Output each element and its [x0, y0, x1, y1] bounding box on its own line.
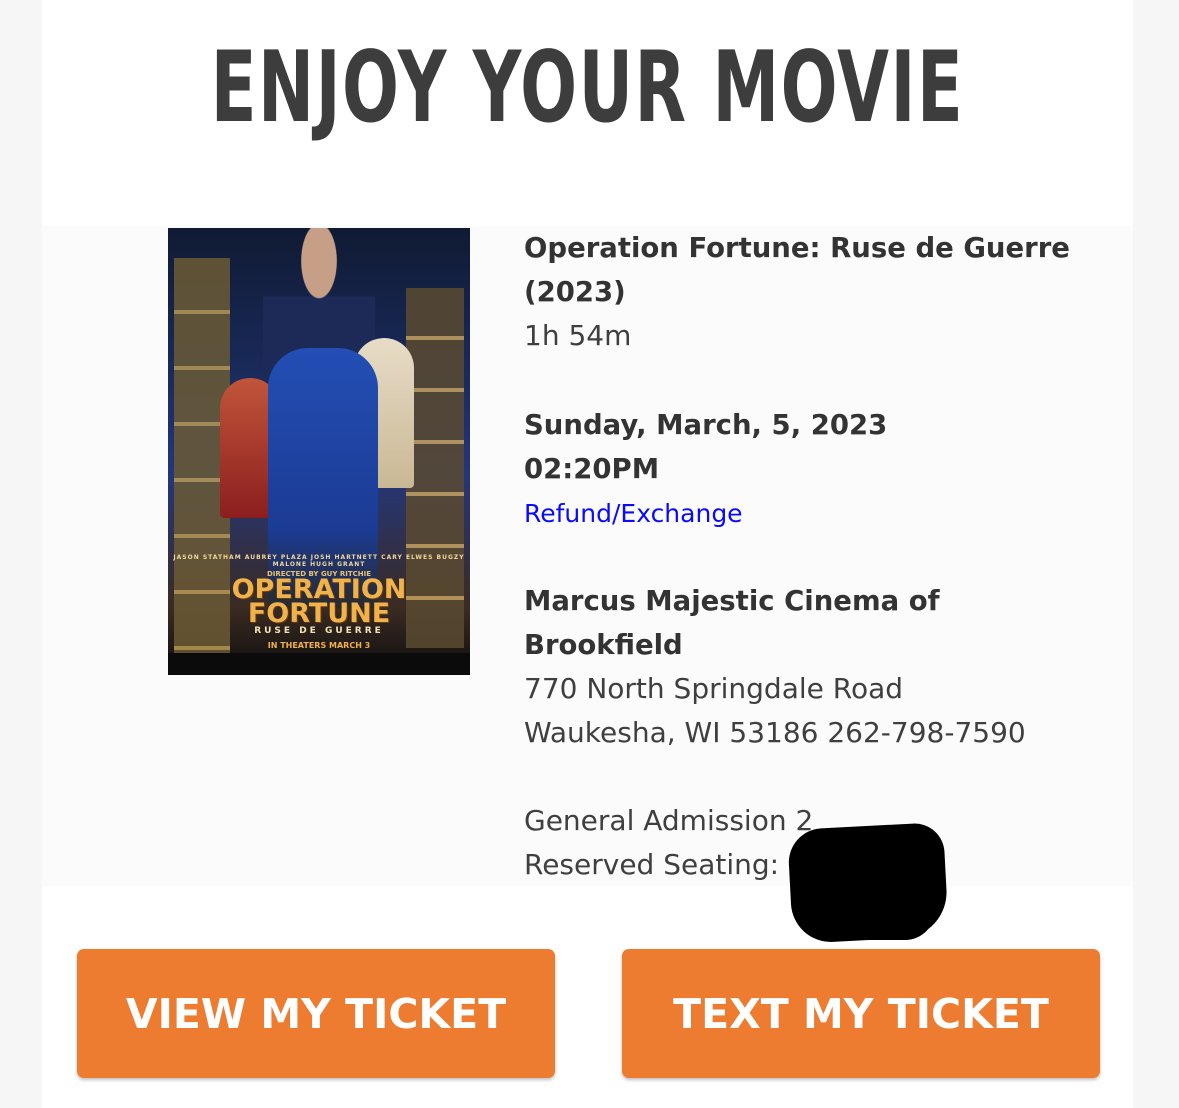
movie-runtime: 1h 54m [524, 319, 632, 352]
movie-poster[interactable]: JASON STATHAM AUBREY PLAZA JOSH HARTNETT… [168, 228, 470, 675]
theater-name-line2: Brookfield [524, 629, 683, 661]
poster-cast-credits: JASON STATHAM AUBREY PLAZA JOSH HARTNETT… [173, 554, 465, 568]
showtime-time: 02:20PM [524, 453, 660, 485]
movie-title-line1: Operation Fortune: Ruse de Guerre [524, 232, 1070, 264]
redaction-mark-fill [815, 880, 935, 940]
left-margin [0, 0, 42, 1108]
movie-title-line2: (2023) [524, 276, 626, 308]
right-margin [1133, 0, 1179, 1108]
poster-figure-center [268, 348, 378, 608]
poster-title-line2: FORTUNE [247, 598, 391, 629]
theater-name-line1: Marcus Majestic Cinema of [524, 585, 940, 617]
poster-release: IN THEATERS MARCH 3 [267, 641, 371, 650]
poster-title: OPERATION FORTUNE [168, 576, 470, 629]
view-my-ticket-button[interactable]: VIEW MY TICKET [77, 949, 555, 1078]
showtime-date: Sunday, March, 5, 2023 [524, 409, 888, 441]
page-title: ENJOY YOUR MOVIE [210, 31, 965, 145]
reserved-seating: Reserved Seating: G [524, 848, 810, 881]
poster-subtitle: RUSE DE GUERRE [254, 626, 384, 636]
refund-exchange-link[interactable]: Refund/Exchange [524, 492, 743, 536]
ticket-admission: General Admission 2 [524, 804, 814, 837]
theater-address-line2: Waukesha, WI 53186 262-798-7590 [524, 716, 1026, 749]
poster-footer [168, 653, 470, 675]
text-my-ticket-button[interactable]: TEXT MY TICKET [622, 949, 1100, 1078]
theater-address-line1: 770 North Springdale Road [524, 672, 904, 705]
